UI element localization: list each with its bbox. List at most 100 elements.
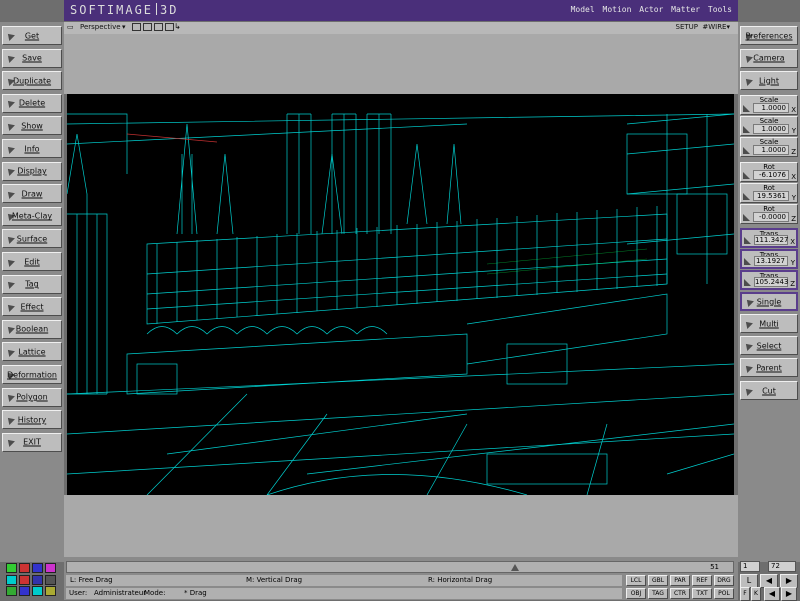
preferences-button[interactable]: Preferences [740,26,798,45]
menu-button-surface[interactable]: Surface [2,229,62,249]
menu-button-display[interactable]: Display [2,161,62,181]
menu-button-metaclay[interactable]: Meta-Clay [2,206,62,226]
start-frame-field[interactable]: 1 [740,561,760,572]
menu-button-history[interactable]: History [2,410,62,430]
cursor-icon[interactable]: ↳ [174,22,181,31]
mode-button-drg[interactable]: DRG [714,575,734,586]
menu-button-deformation[interactable]: Deformation [2,365,62,384]
mode-button-txt[interactable]: TXT [692,588,712,599]
mode-button-obj[interactable]: OBJ [626,588,646,599]
menu-button-duplicate[interactable]: Duplicate [2,71,62,91]
menu-button-get[interactable]: Get [2,26,62,45]
timeline-slider[interactable]: 51 [66,561,734,573]
color-swatch[interactable] [6,563,17,573]
step-back-icon[interactable]: ◀ [764,587,780,601]
corner-arrow-icon [744,258,751,265]
setup-button[interactable]: SETUP [676,23,699,31]
corner-arrow-icon [743,214,750,221]
key-button[interactable]: K [751,587,761,601]
color-swatch[interactable] [45,563,56,573]
mode-button-gbl[interactable]: GBL [648,575,668,586]
menu-button-draw[interactable]: Draw [2,184,62,204]
play-back-icon[interactable]: ◀ [760,574,778,588]
module-menu: Model Motion Actor Matter Tools [568,5,732,14]
mode-button-ctr[interactable]: CTR [670,588,690,599]
view-square-icon[interactable] [154,23,163,31]
module-matter[interactable]: Matter [671,5,700,14]
menu-button-exit[interactable]: EXIT [2,432,62,452]
camera-label[interactable]: Perspective [80,23,121,31]
color-swatch[interactable] [45,574,56,585]
end-frame-field[interactable]: 72 [768,561,796,572]
scale-y-field[interactable]: Scale 1.0000 Y [740,116,798,136]
mode-button-ref[interactable]: REF [692,575,712,586]
mode-button-pol[interactable]: POL [714,588,734,599]
scale-x-field[interactable]: Scale 1.0000 X [740,95,798,115]
module-motion[interactable]: Motion [603,5,632,14]
trans-x-field[interactable]: Trans 111.3427 X [740,228,798,248]
viewport-menu-icon[interactable]: ▭ [67,23,74,31]
scale-z-field[interactable]: Scale 1.0000 Z [740,137,798,157]
camera-button[interactable]: Camera [740,48,798,68]
loop-button[interactable]: L [740,574,758,588]
rot-x-field[interactable]: Rot -6.1076 X [740,162,798,182]
color-swatch[interactable] [19,574,30,585]
color-swatch[interactable] [6,574,17,585]
rot-y-field[interactable]: Rot 19.5361 Y [740,183,798,203]
view-square-icon[interactable] [143,23,152,31]
color-swatch[interactable] [32,574,43,585]
wireframe-castle [66,113,735,496]
menu-button-delete[interactable]: Delete [2,93,62,113]
color-swatch[interactable] [19,586,30,596]
menu-button-polygon[interactable]: Polygon [2,387,62,407]
display-mode-label[interactable]: #WIRE▾ [702,23,730,31]
menu-button-lattice[interactable]: Lattice [2,342,62,362]
play-forward-icon[interactable]: ▶ [780,574,798,588]
middle-mouse-help: M: Vertical Drag [246,576,303,584]
color-swatch[interactable] [32,586,43,596]
3d-viewport[interactable] [66,94,735,496]
mode-button-lcl[interactable]: LCL [626,575,646,586]
mode-label: Mode: [144,589,166,597]
trans-z-field[interactable]: Trans 105.2443 Z [740,270,798,290]
corner-arrow-icon [743,193,750,200]
menu-button-save[interactable]: Save [2,48,62,68]
color-swatch[interactable] [45,586,56,596]
parent-button[interactable]: Parent [740,358,798,377]
view-square-icon[interactable] [165,23,174,31]
mode-button-par[interactable]: PAR [670,575,690,586]
menu-button-edit[interactable]: Edit [2,252,62,271]
menu-button-boolean[interactable]: Boolean [2,319,62,339]
light-button[interactable]: Light [740,71,798,90]
menu-button-info[interactable]: Info [2,139,62,158]
user-name: Administrateur [94,589,147,597]
module-tools[interactable]: Tools [708,5,732,14]
mode-button-tag[interactable]: TAG [648,588,668,599]
rot-z-field[interactable]: Rot -0.0000 Z [740,204,798,224]
single-button[interactable]: Single [740,292,798,311]
timeline-knob[interactable] [511,564,519,571]
trans-y-field[interactable]: Trans 13.1927 Y [740,249,798,269]
menu-button-show[interactable]: Show [2,116,62,136]
step-forward-icon[interactable]: ▶ [781,587,797,601]
module-actor[interactable]: Actor [639,5,663,14]
color-swatch[interactable] [6,586,17,596]
current-frame: 51 [710,563,719,571]
menu-button-effect[interactable]: Effect [2,297,62,317]
multi-button[interactable]: Multi [740,314,798,333]
select-button[interactable]: Select [740,336,798,355]
corner-arrow-icon [744,279,751,286]
color-swatch[interactable] [19,563,30,573]
view-square-icon[interactable] [132,23,141,31]
module-model[interactable]: Model [571,5,595,14]
camera-dropdown-icon[interactable]: ▾ [122,23,126,31]
user-label: User: [69,589,88,597]
color-swatch[interactable] [32,563,43,573]
menu-button-tag[interactable]: Tag [2,274,62,294]
cut-button[interactable]: Cut [740,381,798,400]
viewport-header: ▭ Perspective ▾ ↳ SETUP #WIRE▾ [64,22,738,34]
first-frame-button[interactable]: F [740,587,750,601]
status-row: User: Administrateur Mode: * Drag [66,588,622,599]
corner-arrow-icon [743,126,750,133]
viewport-top-margin [64,34,738,94]
